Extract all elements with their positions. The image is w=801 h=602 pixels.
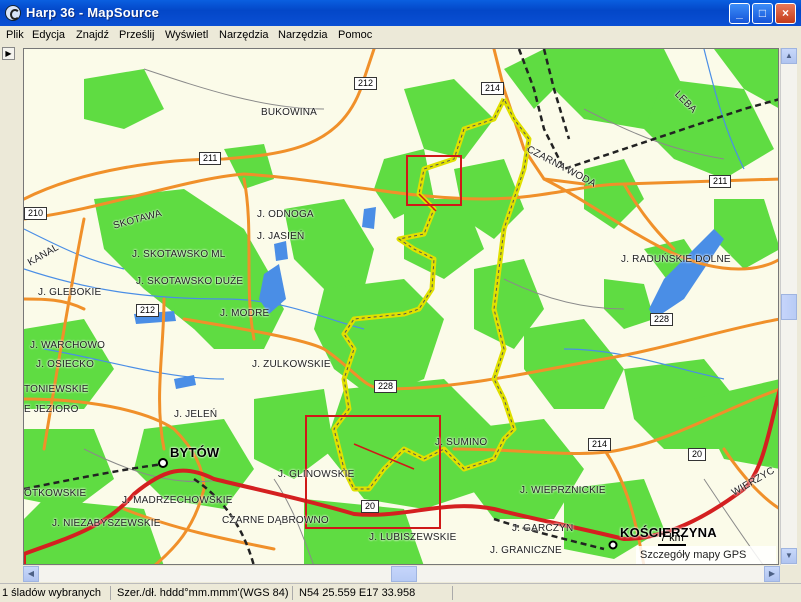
label-modre: J. MODRE: [220, 308, 270, 319]
menu-znajdz[interactable]: Znajdź: [76, 29, 109, 41]
menu-plik[interactable]: Plik: [6, 29, 24, 41]
scroll-left-arrow-icon[interactable]: ◀: [23, 566, 39, 582]
status-selected-tracks: 1 śladów wybranych: [2, 587, 102, 599]
label-madrzechowskie: J. MADRZECHOWSKIE: [122, 495, 233, 506]
vertical-scrollbar[interactable]: ▲ ▼: [780, 48, 797, 565]
left-panel: ▶: [0, 45, 22, 568]
label-bytow: BYTÓW: [170, 445, 220, 460]
label-zulkowskie: J. ZULKOWSKIE: [252, 359, 331, 370]
menu-narzedzia-2[interactable]: Narzędzia: [278, 29, 328, 41]
road-shield-20-east: 20: [688, 448, 707, 461]
status-bar: 1 śladów wybranych Szer./dł. hddd°mm.mmm…: [0, 583, 801, 602]
label-otkowskie: OTKOWSKIE: [24, 488, 87, 499]
road-shield-214-north: 214: [481, 82, 505, 95]
label-niezabyszewskie: J. NIEZABYSZEWSKIE: [52, 518, 161, 529]
map-scale: 7 km: [658, 532, 686, 546]
koscierzyna-town-marker: [608, 540, 618, 550]
label-osiecko: J. OSIECKO: [36, 359, 95, 370]
status-coordinate-format: Szer./dł. hddd°mm.mmm'(WGS 84): [117, 587, 289, 599]
label-lubiszewskie: J. LUBISZEWSKIE: [369, 532, 457, 543]
horizontal-scrollbar[interactable]: ◀ ▶: [23, 566, 780, 582]
label-toniewskie: TONIEWSKIE: [24, 384, 89, 395]
mapsource-app-icon[interactable]: [5, 5, 21, 21]
maximize-button[interactable]: □: [752, 3, 773, 24]
status-separator: [110, 586, 111, 600]
vertical-scroll-thumb[interactable]: [781, 294, 797, 320]
road-shield-20-center: 20: [361, 500, 380, 513]
label-e-jezioro: E JEZIORO: [24, 404, 79, 415]
label-wieprznickie: J. WIEPRZNICKIE: [520, 485, 606, 496]
scroll-down-arrow-icon[interactable]: ▼: [781, 548, 797, 564]
label-jasien: J. JASIEŃ: [257, 231, 305, 242]
road-shield-211-east: 211: [709, 175, 732, 188]
label-graniczne: J. GRANICZNE: [490, 545, 562, 556]
scroll-right-arrow-icon[interactable]: ▶: [764, 566, 780, 582]
map-detail-indicator: Szczegóły mapy GPS: [636, 546, 776, 564]
road-shield-214-south: 214: [588, 438, 612, 451]
label-garczyn: J. GARCZYN: [512, 523, 574, 534]
road-shield-211-west: 211: [199, 152, 222, 165]
label-warchowo: J. WARCHOWO: [30, 340, 106, 351]
title-bar: Harp 36 - MapSource _ □ ×: [0, 0, 801, 26]
label-jelen: J. JELEŃ: [174, 409, 218, 420]
window-title: Harp 36 - MapSource: [26, 5, 160, 20]
label-skotawsko-duze: J. SKOTAWSKO DUŻE: [136, 276, 244, 287]
road-shield-212-north: 212: [354, 77, 378, 90]
menu-przeslij[interactable]: Prześlij: [119, 29, 154, 41]
bytow-town-marker: [158, 458, 168, 468]
expand-panel-arrow-icon[interactable]: ▶: [2, 47, 15, 60]
horizontal-scroll-thumb[interactable]: [391, 566, 417, 582]
road-shield-228-east: 228: [650, 313, 674, 326]
close-button[interactable]: ×: [775, 3, 796, 24]
menu-edycja[interactable]: Edycja: [32, 29, 65, 41]
minimize-button[interactable]: _: [729, 3, 750, 24]
road-shield-210: 210: [24, 207, 48, 220]
road-shield-212-south: 212: [136, 304, 160, 317]
road-shield-228-center: 228: [374, 380, 398, 393]
label-czarne-dabrowno: CZARNE DĄBROWNO: [222, 515, 329, 526]
status-cursor-coordinates: N54 25.559 E17 33.958: [299, 587, 416, 599]
label-glinowskie: J. GLINOWSKIE: [278, 469, 355, 480]
label-odnoga: J. ODNOGA: [257, 209, 314, 220]
scroll-up-arrow-icon[interactable]: ▲: [781, 48, 797, 64]
label-glebokie: J. GLEBOKIE: [38, 287, 102, 298]
menu-bar: Plik Edycja Znajdź Prześlij Wyświetl Nar…: [0, 26, 801, 45]
label-radunskie-dolne: J. RADUŃSKIE DOLNE: [621, 254, 731, 265]
status-separator: [452, 586, 453, 600]
menu-pomoc[interactable]: Pomoc: [338, 29, 372, 41]
menu-wyswietl[interactable]: Wyświetl: [165, 29, 208, 41]
map-view[interactable]: BUKOWINA CZARNA WODA LEBA SKOTAWA J. ODN…: [23, 48, 779, 565]
menu-narzedzia-1[interactable]: Narzędzia: [219, 29, 269, 41]
label-bukowina: BUKOWINA: [261, 107, 318, 118]
status-separator: [292, 586, 293, 600]
label-skotawsko-ml: J. SKOTAWSKO ML: [132, 249, 226, 260]
label-sumino: J. SUMINO: [435, 437, 488, 448]
